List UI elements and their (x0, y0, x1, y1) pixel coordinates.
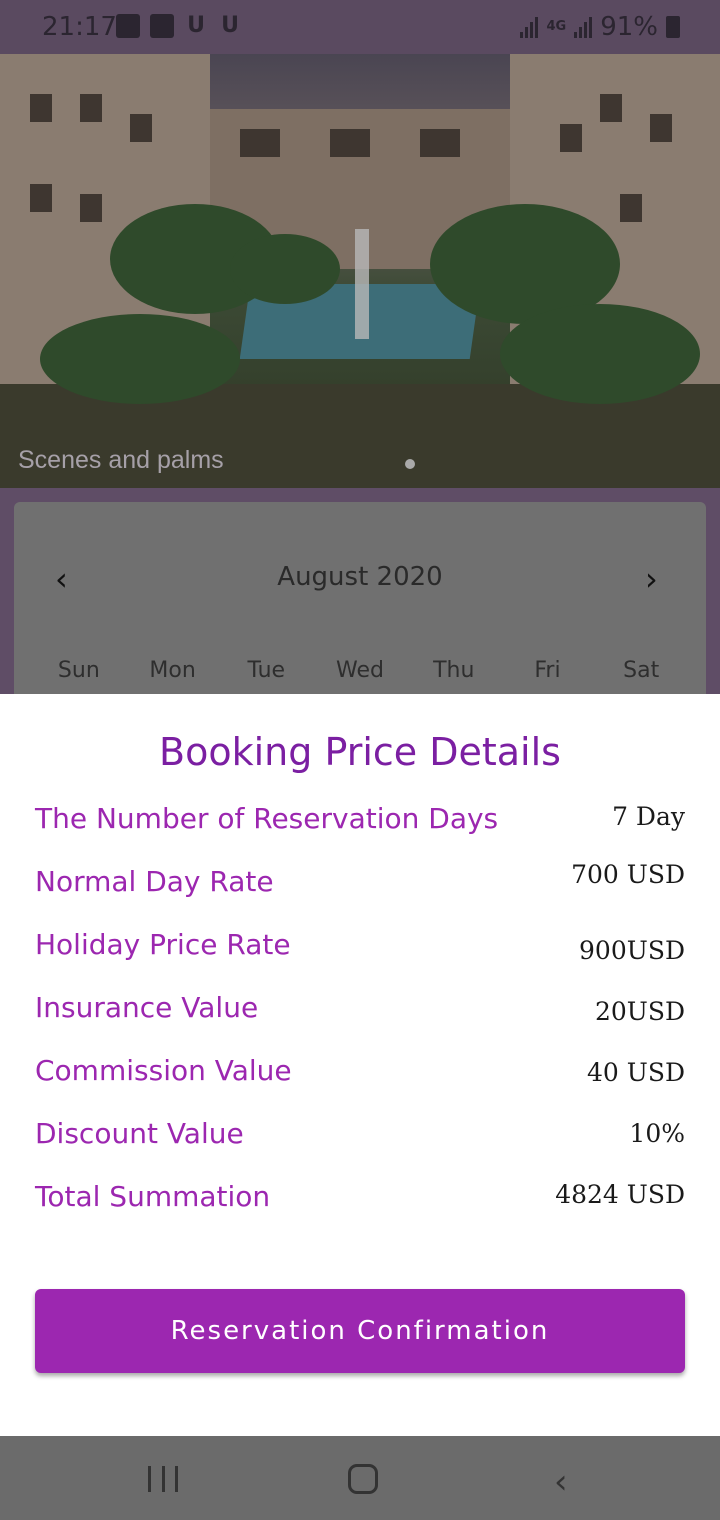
calendar-month: August 2020 (277, 562, 443, 592)
weekday-label: Sun (57, 658, 100, 683)
row-label: The Number of Reservation Days (35, 802, 499, 835)
wifi-icon (150, 14, 174, 38)
row-value: 700 USD (571, 860, 685, 889)
status-system-icons: 4G 91% (520, 12, 680, 42)
sheet-title: Booking Price Details (159, 730, 561, 774)
price-row-commission: Commission Value 40 USD (35, 1054, 685, 1104)
hotel-photo[interactable] (0, 54, 720, 488)
status-notification-icons: U U (116, 14, 242, 38)
row-label: Commission Value (35, 1054, 292, 1087)
weekday-label: Fri (534, 658, 561, 683)
chevron-right-icon[interactable]: › (645, 560, 658, 598)
row-value: 7 Day (612, 802, 685, 831)
signal-icon (574, 16, 593, 38)
home-icon[interactable] (348, 1464, 378, 1494)
weekday-label: Wed (336, 658, 384, 683)
row-label: Discount Value (35, 1117, 244, 1150)
weekday-label: Tue (247, 658, 286, 683)
booking-price-sheet: Booking Price Details The Number of Rese… (0, 694, 720, 1436)
calendar-weekdays: Sun Mon Tue Wed Thu Fri Sat (32, 658, 688, 683)
row-value: 20USD (594, 997, 685, 1026)
battery-percent: 91% (600, 12, 658, 42)
weekday-label: Mon (149, 658, 196, 683)
weekday-label: Thu (433, 658, 475, 683)
reservation-confirmation-button[interactable]: Reservation Confirmation (35, 1289, 685, 1373)
back-icon[interactable]: ‹ (554, 1462, 568, 1502)
price-row-normal-day-rate: Normal Day Rate 700 USD (35, 860, 685, 915)
row-label: Insurance Value (35, 991, 259, 1024)
row-value: 40 USD (587, 1058, 685, 1087)
price-row-holiday-rate: Holiday Price Rate 900USD (35, 928, 685, 978)
row-value: 4824 USD (555, 1180, 685, 1209)
row-value: 10% (629, 1119, 685, 1148)
carousel-indicator[interactable] (405, 459, 415, 469)
status-bar: 21:17 U U 4G 91% (0, 0, 720, 54)
weekday-label: Sat (623, 658, 660, 683)
price-row-discount: Discount Value 10% (35, 1117, 685, 1167)
u-notification-icon: U (187, 13, 205, 38)
price-row-total: Total Summation 4824 USD (35, 1180, 685, 1230)
row-value: 900USD (579, 936, 685, 965)
signal-icon (520, 16, 539, 38)
status-time: 21:17 (42, 12, 117, 42)
row-label: Normal Day Rate (35, 865, 274, 898)
network-type: 4G (546, 19, 567, 34)
price-row-reservation-days: The Number of Reservation Days 7 Day (35, 802, 685, 852)
u-notification-icon: U (221, 13, 239, 38)
system-nav-bar: ‹ (0, 1436, 720, 1520)
image-icon (116, 14, 140, 38)
recent-apps-icon[interactable] (148, 1466, 178, 1492)
row-label: Holiday Price Rate (35, 928, 291, 961)
photo-caption: Scenes and palms (18, 446, 224, 474)
battery-charging-icon (666, 16, 680, 38)
price-row-insurance: Insurance Value 20USD (35, 991, 685, 1041)
row-label: Total Summation (35, 1180, 271, 1213)
